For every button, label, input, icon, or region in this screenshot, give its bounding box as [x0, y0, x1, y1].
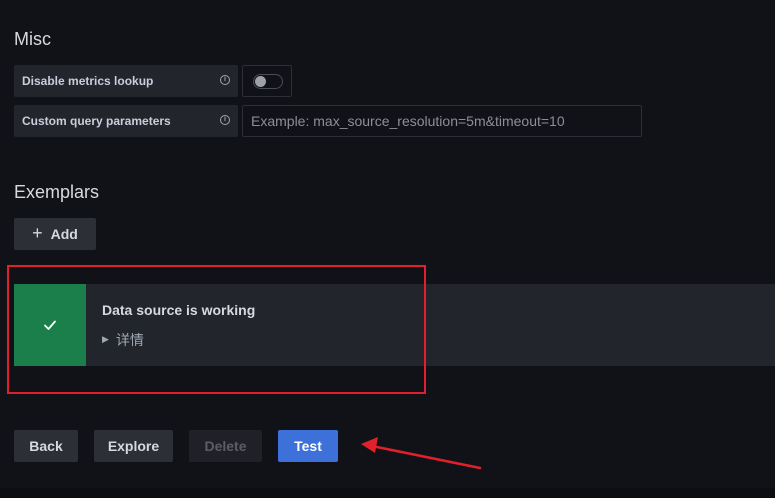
exemplars-section-title: Exemplars [14, 182, 100, 202]
add-exemplar-button[interactable]: + Add [14, 218, 96, 250]
explore-button[interactable]: Explore [94, 430, 173, 462]
disable-metrics-lookup-label: Disable metrics lookup i [14, 65, 238, 97]
add-exemplar-label: Add [50, 226, 78, 242]
info-circle-icon[interactable]: i [220, 115, 230, 125]
custom-query-parameters-label: Custom query parameters i [14, 105, 238, 137]
test-button[interactable]: Test [278, 430, 338, 462]
disable-metrics-lookup-toggle[interactable] [253, 74, 283, 89]
datasource-settings-page: Misc Disable metrics lookup i Custom que… [0, 0, 775, 498]
custom-query-parameters-input[interactable] [242, 105, 642, 137]
page-footer-strip [0, 488, 775, 498]
toggle-knob [255, 76, 266, 87]
disable-metrics-lookup-label-text: Disable metrics lookup [22, 74, 154, 88]
caret-right-icon: ▶ [102, 335, 109, 345]
back-button[interactable]: Back [14, 430, 78, 462]
alert-details-label: 详情 [115, 333, 144, 349]
alert-details-toggle[interactable]: ▶ 详情 [102, 330, 144, 350]
plus-icon: + [32, 222, 43, 243]
delete-button: Delete [189, 430, 262, 462]
misc-section-title: Misc [14, 29, 51, 49]
alert-status-box [14, 284, 86, 366]
disable-metrics-lookup-switch-container [242, 65, 292, 97]
alert-title: Data source is working [102, 302, 256, 318]
check-icon [44, 320, 56, 330]
info-circle-icon[interactable]: i [220, 75, 230, 85]
datasource-status-alert: Data source is working ▶ 详情 [14, 284, 775, 366]
custom-query-parameters-label-text: Custom query parameters [22, 114, 171, 128]
